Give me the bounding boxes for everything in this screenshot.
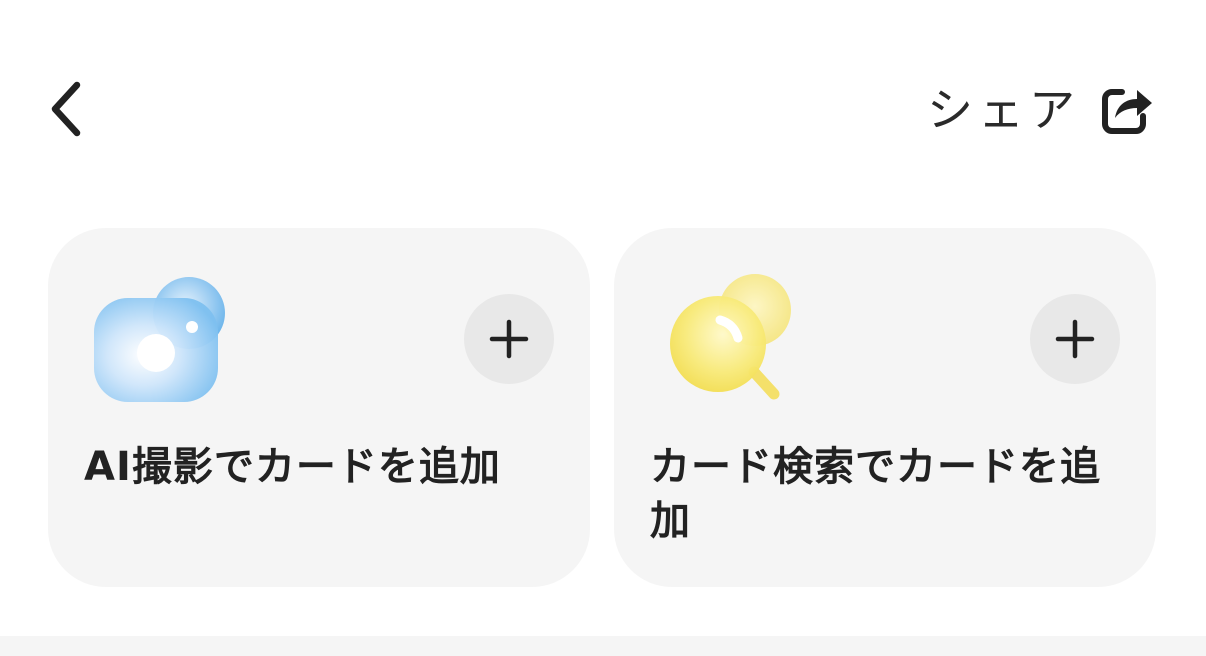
magnifier-icon	[654, 268, 804, 418]
add-button[interactable]	[1030, 294, 1120, 384]
camera-icon	[88, 268, 238, 418]
ai-capture-card[interactable]: AI撮影でカードを追加	[48, 228, 590, 587]
share-box-icon	[1102, 89, 1152, 134]
top-bar: シェア	[0, 0, 1206, 200]
plus-icon	[489, 319, 529, 359]
chevron-left-icon	[51, 81, 81, 137]
card-title: AI撮影でカードを追加	[84, 444, 501, 490]
plus-icon	[1055, 319, 1095, 359]
section-divider	[0, 636, 1206, 656]
share-label: シェア	[927, 83, 1080, 137]
share-button[interactable]: シェア	[927, 76, 1154, 144]
card-search-card[interactable]: カード検索でカードを追加	[614, 228, 1156, 587]
add-button[interactable]	[464, 294, 554, 384]
back-button[interactable]	[34, 72, 98, 146]
card-title: カード検索でカードを追加	[650, 444, 1101, 544]
